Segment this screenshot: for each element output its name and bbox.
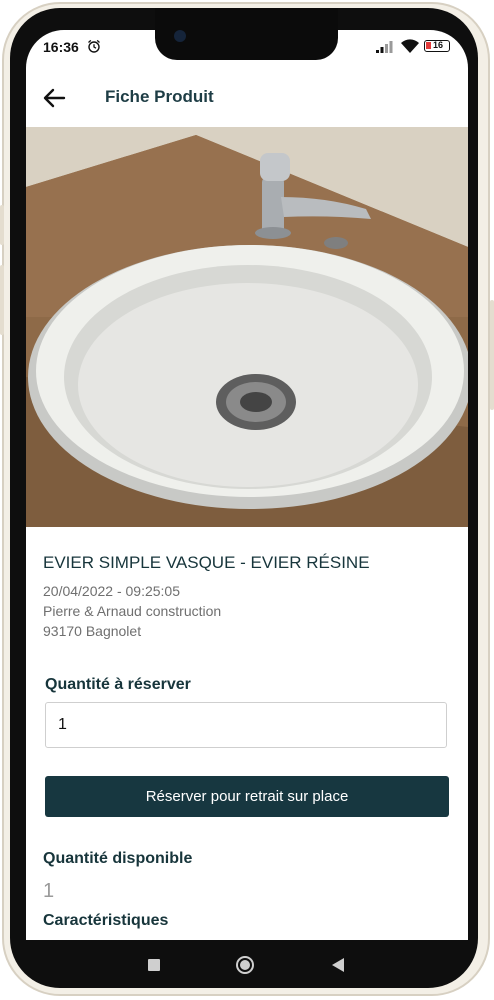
reserve-button[interactable]: Réserver pour retrait sur place — [45, 776, 449, 817]
available-quantity-value: 1 — [43, 880, 55, 902]
product-seller: Pierre & Arnaud construction — [43, 603, 222, 619]
side-button — [0, 205, 4, 245]
product-location: 93170 Bagnolet — [43, 623, 142, 639]
quantity-input[interactable] — [45, 702, 447, 748]
characteristics-heading: Caractéristiques — [43, 912, 169, 929]
back-arrow-icon[interactable] — [40, 84, 68, 112]
app-screen: 16:36 16 Fiche Produit EVIER SIMPLE VASQ… — [26, 30, 468, 940]
wifi-icon — [401, 39, 419, 53]
available-quantity-label: Quantité disponible — [43, 850, 193, 867]
page-title: Fiche Produit — [105, 87, 214, 106]
side-button — [490, 300, 494, 410]
recent-apps-icon[interactable] — [148, 959, 160, 971]
battery-icon: 16 — [424, 40, 450, 52]
product-name: EVIER SIMPLE VASQUE - EVIER RÉSINE — [43, 553, 370, 572]
quantity-label: Quantité à réserver — [45, 676, 191, 693]
front-camera — [174, 30, 186, 42]
signal-icon — [376, 41, 393, 53]
system-navigation-bar — [12, 940, 478, 988]
side-button — [0, 265, 4, 335]
nav-back-icon[interactable] — [331, 958, 345, 972]
battery-level: 16 — [433, 40, 444, 50]
product-photo — [26, 127, 468, 527]
product-date: 20/04/2022 - 09:25:05 — [43, 583, 181, 599]
app-bar: Fiche Produit — [26, 70, 468, 126]
status-time: 16:36 — [43, 39, 79, 55]
home-icon[interactable] — [235, 955, 255, 975]
alarm-icon — [88, 39, 100, 53]
